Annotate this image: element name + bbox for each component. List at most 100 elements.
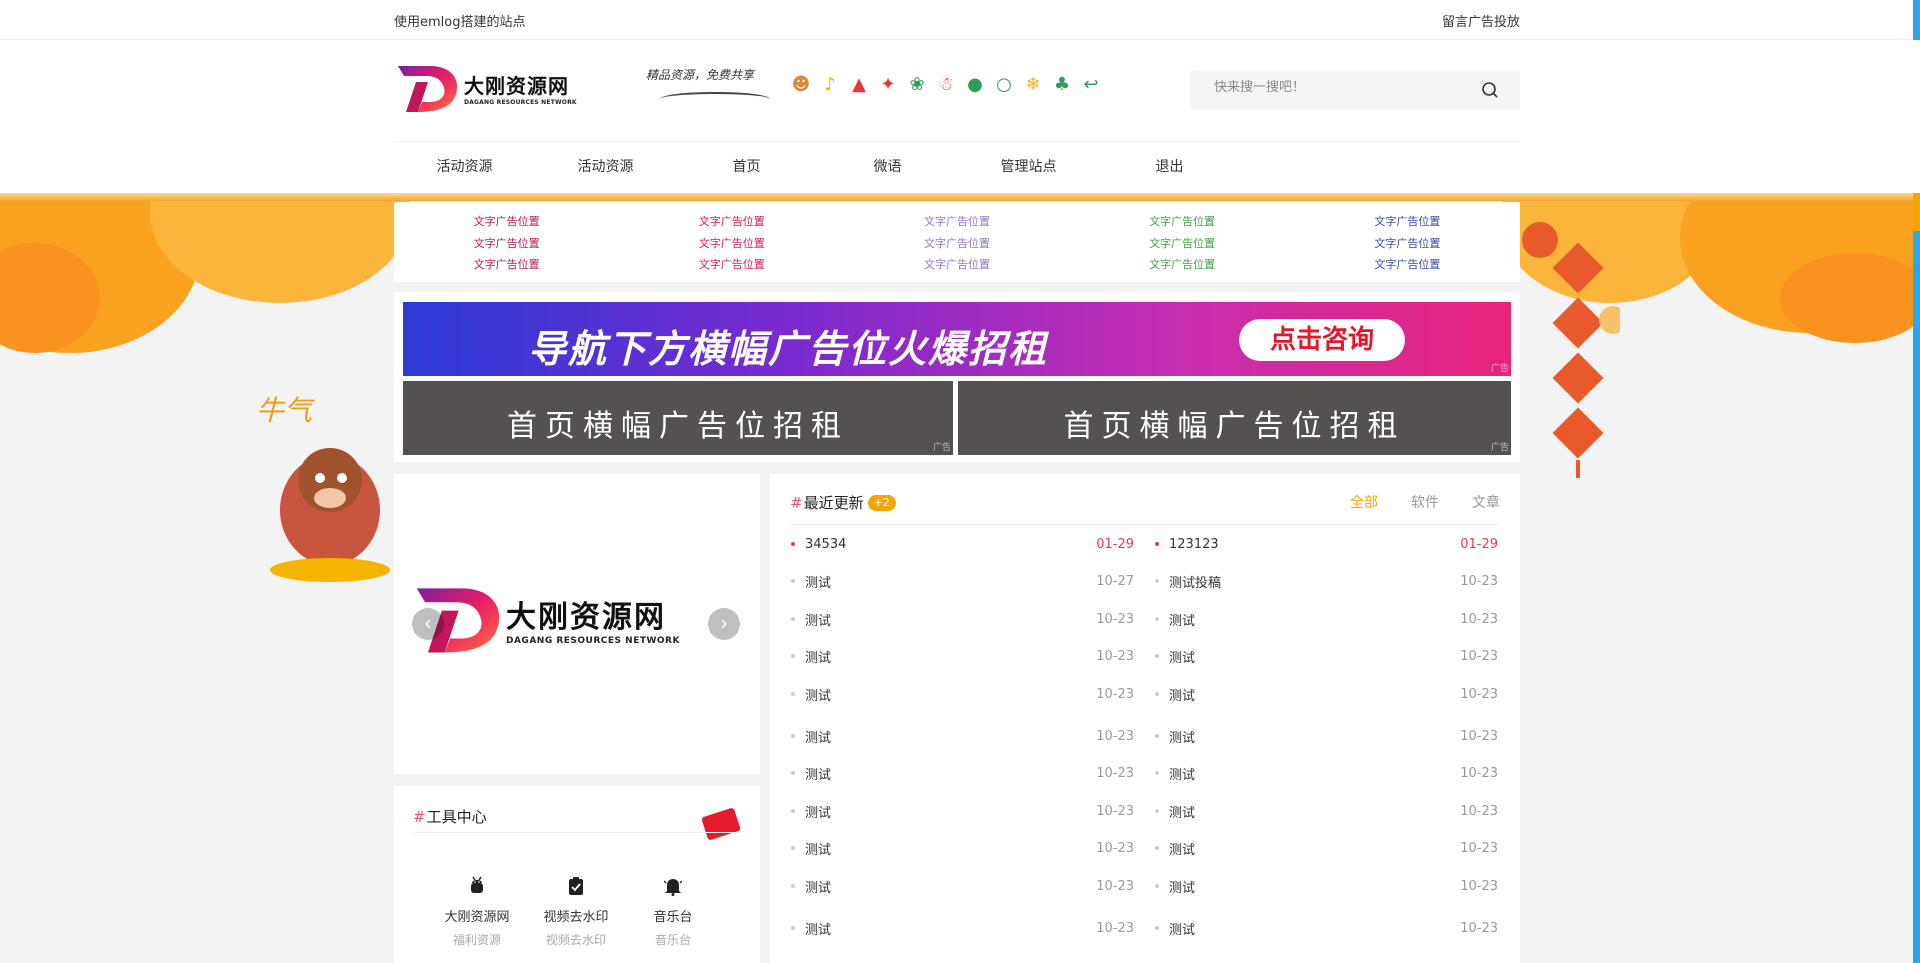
text-ad-link[interactable]: 文字广告位置 — [1295, 211, 1520, 233]
nav-item-home[interactable]: 首页 — [676, 142, 817, 192]
bullet-icon — [1155, 579, 1159, 583]
carousel-prev-button[interactable]: ‹ — [412, 608, 444, 640]
updates-divider — [790, 524, 1500, 525]
update-title[interactable]: 123123 — [1169, 537, 1460, 552]
search-icon[interactable] — [1482, 82, 1498, 98]
tools-title: #工具中心 — [413, 806, 487, 827]
text-ad-link[interactable]: 文字广告位置 — [844, 233, 1069, 255]
text-ad-link[interactable]: 文字广告位置 — [844, 211, 1069, 233]
clipboard-check-icon — [569, 877, 583, 895]
text-ad-link[interactable]: 文字广告位置 — [394, 254, 619, 276]
update-title[interactable]: 34534 — [805, 537, 1096, 552]
update-item[interactable]: 测试 10-23 — [1154, 876, 1498, 896]
search-input[interactable] — [1214, 80, 1464, 95]
tool-item-dagang[interactable]: 大刚资源网 福利资源 — [432, 876, 522, 948]
image-carousel: 大刚资源网 DAGANG RESOURCES NETWORK ‹ › — [394, 474, 760, 774]
carousel-slide-logo[interactable]: 大刚资源网 DAGANG RESOURCES NETWORK — [414, 582, 680, 656]
update-date: 10-23 — [1460, 765, 1498, 781]
update-item[interactable]: 测试 10-23 — [1154, 646, 1498, 666]
update-title[interactable]: 测试投稿 — [1169, 572, 1460, 591]
site-logo[interactable]: 大刚资源网 DAGANG RESOURCES NETWORK — [396, 62, 577, 114]
update-title[interactable]: 测试 — [805, 764, 1096, 783]
tab-software[interactable]: 软件 — [1411, 492, 1439, 512]
tool-sub: 音乐台 — [654, 933, 691, 947]
text-ad-link[interactable]: 文字广告位置 — [1070, 233, 1295, 255]
update-title[interactable]: 测试 — [805, 727, 1096, 746]
update-title[interactable]: 测试 — [1169, 919, 1460, 938]
update-item[interactable]: 测试 10-23 — [1154, 726, 1498, 746]
snowflake-icon: ❄ — [1025, 74, 1041, 95]
wreath-ring-icon: ○ — [996, 74, 1012, 95]
text-ad-link[interactable]: 文字广告位置 — [1295, 233, 1520, 255]
banner-right-text: 首页横幅广告位招租 — [1063, 409, 1406, 444]
update-date: 10-23 — [1096, 611, 1134, 627]
nav-item-activity-resources-2[interactable]: 活动资源 — [535, 142, 676, 192]
home-banner-ad-right[interactable]: 首页横幅广告位招租 广告 — [958, 381, 1511, 455]
ox-mascot-decoration: 牛气 — [250, 390, 400, 590]
update-title[interactable]: 测试 — [805, 919, 1096, 938]
gingerbread-icon: ☻ — [791, 74, 811, 95]
nav-item-admin[interactable]: 管理站点 — [958, 142, 1099, 192]
update-item[interactable]: 测试 10-23 — [1154, 801, 1498, 821]
text-ad-link[interactable]: 文字广告位置 — [619, 233, 844, 255]
update-title[interactable]: 测试 — [1169, 727, 1460, 746]
update-title[interactable]: 测试 — [805, 802, 1096, 821]
update-title[interactable]: 测试 — [1169, 877, 1460, 896]
update-title[interactable]: 测试 — [805, 572, 1096, 591]
update-item[interactable]: 测试 10-23 — [1154, 918, 1498, 938]
update-title[interactable]: 测试 — [805, 877, 1096, 896]
update-item[interactable]: 测试 10-23 — [1154, 684, 1498, 704]
text-ad-link[interactable]: 文字广告位置 — [1295, 254, 1520, 276]
ad-contact-link[interactable]: 留言广告投放 — [1442, 11, 1520, 30]
text-ad-link[interactable]: 文字广告位置 — [394, 233, 619, 255]
update-item[interactable]: 123123 01-29 — [1154, 534, 1498, 554]
update-item[interactable]: 测试 10-23 — [790, 726, 1134, 746]
update-title[interactable]: 测试 — [805, 685, 1096, 704]
update-item[interactable]: 测试 10-23 — [790, 838, 1134, 858]
text-ad-link[interactable]: 文字广告位置 — [394, 211, 619, 233]
update-title[interactable]: 测试 — [805, 839, 1096, 858]
nav-banner-ad[interactable]: 导航下方横幅广告位火爆招租 点击咨询 广告 — [403, 302, 1511, 376]
text-ad-link[interactable]: 文字广告位置 — [619, 254, 844, 276]
nav-item-microblog[interactable]: 微语 — [817, 142, 958, 192]
update-item[interactable]: 测试 10-23 — [790, 609, 1134, 629]
update-title[interactable]: 测试 — [1169, 839, 1460, 858]
update-date: 10-23 — [1096, 803, 1134, 819]
tool-item-video-watermark[interactable]: 视频去水印 视频去水印 — [531, 876, 621, 948]
update-title[interactable]: 测试 — [805, 647, 1096, 666]
nav-item-logout[interactable]: 退出 — [1099, 142, 1240, 192]
tab-all[interactable]: 全部 — [1350, 492, 1378, 512]
update-item[interactable]: 测试 10-23 — [1154, 609, 1498, 629]
update-item[interactable]: 测试 10-23 — [790, 876, 1134, 896]
update-title[interactable]: 测试 — [1169, 647, 1460, 666]
update-item[interactable]: 测试 10-23 — [1154, 838, 1498, 858]
text-ad-link[interactable]: 文字广告位置 — [844, 254, 1069, 276]
update-item[interactable]: 测试 10-23 — [1154, 763, 1498, 783]
consult-button[interactable]: 点击咨询 — [1239, 319, 1405, 361]
update-title[interactable]: 测试 — [1169, 764, 1460, 783]
carousel-next-button[interactable]: › — [708, 608, 740, 640]
update-item[interactable]: 测试投稿 10-23 — [1154, 571, 1498, 591]
update-title[interactable]: 测试 — [1169, 685, 1460, 704]
update-item[interactable]: 测试 10-27 — [790, 571, 1134, 591]
text-ad-column: 文字广告位置 文字广告位置 文字广告位置 — [394, 211, 619, 282]
update-item[interactable]: 测试 10-23 — [790, 646, 1134, 666]
tree-icon: ♣ — [1053, 74, 1071, 95]
text-ad-link[interactable]: 文字广告位置 — [1070, 254, 1295, 276]
bullet-icon — [791, 926, 795, 930]
home-banner-ad-left[interactable]: 首页横幅广告位招租 广告 — [403, 381, 953, 455]
text-ad-link[interactable]: 文字广告位置 — [1070, 211, 1295, 233]
update-item[interactable]: 测试 10-23 — [790, 918, 1134, 938]
update-title[interactable]: 测试 — [1169, 802, 1460, 821]
update-item[interactable]: 测试 10-23 — [790, 801, 1134, 821]
tool-item-music[interactable]: 音乐台 音乐台 — [628, 876, 718, 948]
slogan-text: 精品资源，免费共享 — [646, 68, 755, 82]
update-item[interactable]: 测试 10-23 — [790, 763, 1134, 783]
nav-item-activity-resources[interactable]: 活动资源 — [394, 142, 535, 192]
text-ad-link[interactable]: 文字广告位置 — [619, 211, 844, 233]
update-title[interactable]: 测试 — [805, 610, 1096, 629]
update-title[interactable]: 测试 — [1169, 610, 1460, 629]
update-item[interactable]: 测试 10-23 — [790, 684, 1134, 704]
update-item[interactable]: 34534 01-29 — [790, 534, 1134, 554]
tab-articles[interactable]: 文章 — [1472, 492, 1500, 512]
